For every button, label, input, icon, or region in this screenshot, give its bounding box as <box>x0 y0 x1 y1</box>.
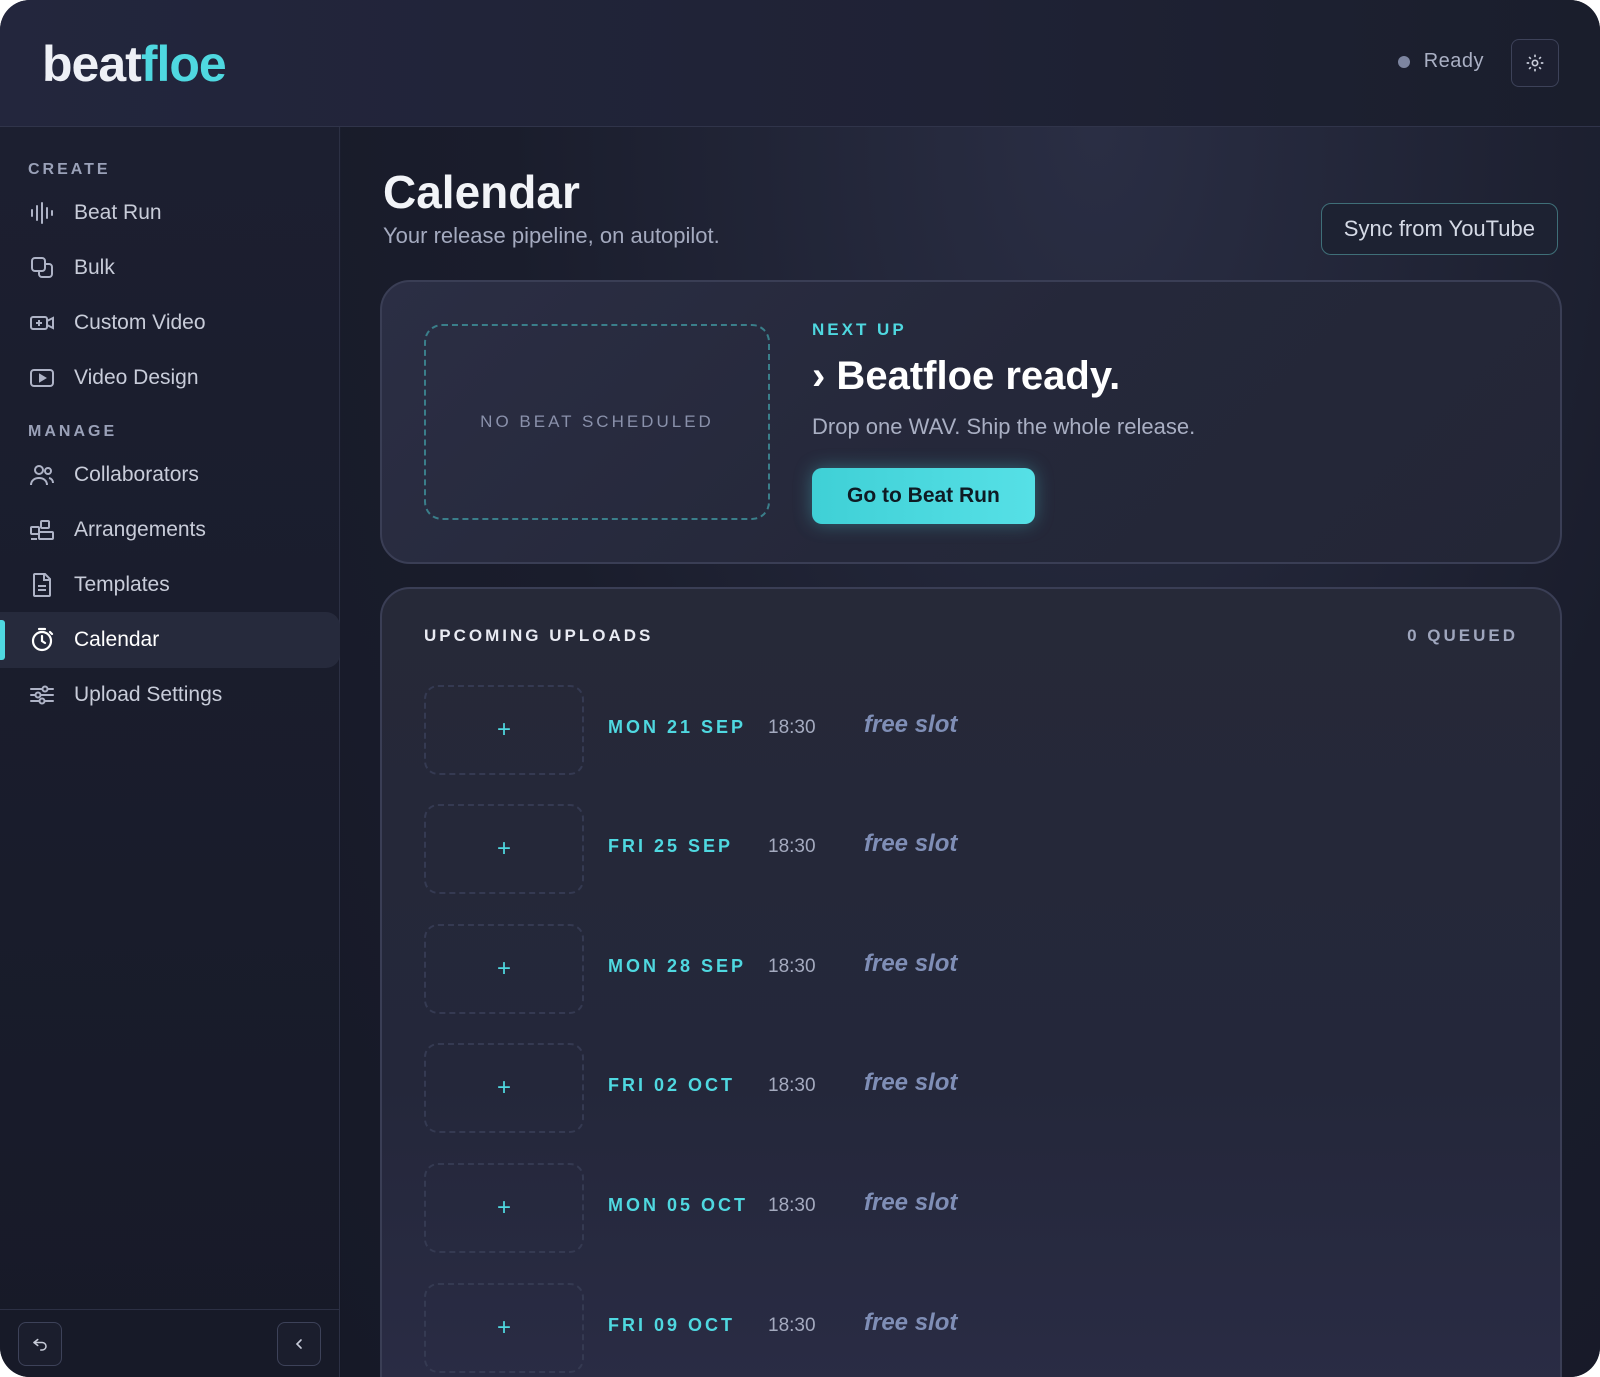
settings-button[interactable] <box>1511 39 1559 87</box>
list-item: + FRI 09 OCT 18:30 free slot <box>424 1283 1524 1373</box>
sidebar-item-label: Beat Run <box>74 201 162 224</box>
slot-date: MON 05 OCT <box>608 1195 749 1215</box>
go-to-beat-run-button[interactable]: Go to Beat Run <box>812 468 1035 524</box>
section-label-create: CREATE <box>28 161 111 178</box>
slot-time: 18:30 <box>768 956 816 977</box>
sidebar-item-calendar[interactable]: Calendar <box>0 612 340 668</box>
logo: beatfloe <box>42 34 227 94</box>
slot-status: free slot <box>864 1189 958 1216</box>
add-beat-slot-button[interactable]: + <box>424 685 584 775</box>
sidebar-item-video-design[interactable]: Video Design <box>0 350 340 406</box>
gear-icon <box>1526 54 1544 72</box>
sidebar-item-bulk[interactable]: Bulk <box>0 240 340 296</box>
sidebar-item-upload-settings[interactable]: Upload Settings <box>0 667 340 723</box>
sidebar-item-label: Custom Video <box>74 311 206 334</box>
sidebar-item-arrangements[interactable]: Arrangements <box>0 502 340 558</box>
collapse-sidebar-button[interactable] <box>277 1322 321 1366</box>
slot-date: FRI 25 SEP <box>608 836 734 856</box>
add-beat-slot-button[interactable]: + <box>424 1163 584 1253</box>
list-item: + MON 21 SEP 18:30 free slot <box>424 685 1524 775</box>
sidebar-item-label: Video Design <box>74 366 199 389</box>
queued-count: 0 QUEUED <box>1407 626 1518 645</box>
page-title: Calendar <box>383 166 580 218</box>
sidebar-item-label: Upload Settings <box>74 683 223 706</box>
document-icon <box>33 573 51 597</box>
sidebar-item-label: Collaborators <box>74 463 199 486</box>
add-beat-slot-button[interactable]: + <box>424 1283 584 1373</box>
beat-drop-zone[interactable]: NO BEAT SCHEDULED <box>424 324 770 520</box>
next-up-title: › Beatfloe ready. <box>812 354 1121 398</box>
app-window: beatfloe Ready CREATE Beat Run Bulk Cust… <box>0 0 1600 1377</box>
sidebar-footer <box>0 1309 340 1377</box>
list-item: + MON 05 OCT 18:30 free slot <box>424 1163 1524 1253</box>
chevron-left-icon <box>295 1339 302 1349</box>
sidebar-item-templates[interactable]: Templates <box>0 557 340 613</box>
sidebar-item-label: Calendar <box>74 628 160 651</box>
next-up-card: NO BEAT SCHEDULED NEXT UP › Beatfloe rea… <box>380 280 1562 564</box>
section-label-manage: MANAGE <box>28 423 118 440</box>
slot-date: FRI 02 OCT <box>608 1075 736 1095</box>
slot-status: free slot <box>864 1309 958 1336</box>
slot-time: 18:30 <box>768 1315 816 1336</box>
users-icon <box>30 465 54 486</box>
sidebar-item-collaborators[interactable]: Collaborators <box>0 447 340 503</box>
slot-time: 18:30 <box>768 1075 816 1096</box>
next-up-label: NEXT UP <box>812 320 907 339</box>
return-arrow-icon <box>33 1338 47 1351</box>
slot-status: free slot <box>864 711 958 738</box>
slot-status: free slot <box>864 830 958 857</box>
blocks-icon <box>30 520 54 540</box>
slot-time: 18:30 <box>768 1195 816 1216</box>
slot-date: FRI 09 OCT <box>608 1315 736 1335</box>
slot-date: MON 28 SEP <box>608 956 747 976</box>
slot-time: 18:30 <box>768 836 816 857</box>
sidebar-item-custom-video[interactable]: Custom Video <box>0 295 340 351</box>
upcoming-uploads-card: UPCOMING UPLOADS 0 QUEUED + MON 21 SEP 1… <box>380 587 1562 1377</box>
slot-status: free slot <box>864 1069 958 1096</box>
status-text: Ready <box>1423 50 1484 72</box>
sidebar-item-label: Bulk <box>74 256 115 279</box>
status-indicator: Ready <box>1397 50 1484 73</box>
list-item: + MON 28 SEP 18:30 free slot <box>424 924 1524 1014</box>
back-button[interactable] <box>18 1322 62 1366</box>
list-item: + FRI 25 SEP 18:30 free slot <box>424 804 1524 894</box>
next-up-subtitle: Drop one WAV. Ship the whole release. <box>812 414 1196 439</box>
main-content: Calendar Your release pipeline, on autop… <box>341 127 1600 1377</box>
video-plus-icon <box>30 316 54 330</box>
sliders-icon <box>30 685 54 705</box>
list-item: + FRI 02 OCT 18:30 free slot <box>424 1043 1524 1133</box>
sidebar-item-beat-run[interactable]: Beat Run <box>0 185 340 241</box>
add-beat-slot-button[interactable]: + <box>424 804 584 894</box>
upcoming-uploads-title: UPCOMING UPLOADS <box>424 626 654 645</box>
play-screen-icon <box>30 369 54 387</box>
timer-icon <box>31 627 54 652</box>
slot-status: free slot <box>864 950 958 977</box>
layers-icon <box>31 257 53 278</box>
add-beat-slot-button[interactable]: + <box>424 1043 584 1133</box>
sidebar-item-label: Arrangements <box>74 518 206 541</box>
add-beat-slot-button[interactable]: + <box>424 924 584 1014</box>
top-bar: beatfloe Ready <box>0 0 1600 127</box>
logo-text-floe: floe <box>140 36 227 92</box>
slot-date: MON 21 SEP <box>608 717 747 737</box>
slot-time: 18:30 <box>768 717 816 738</box>
status-dot-icon <box>1397 55 1410 68</box>
sidebar: CREATE Beat Run Bulk Custom Video Video … <box>0 127 340 1377</box>
page-subtitle: Your release pipeline, on autopilot. <box>383 223 720 248</box>
sidebar-item-label: Templates <box>74 573 170 596</box>
sync-youtube-button[interactable]: Sync from YouTube <box>1320 203 1558 255</box>
waveform-icon <box>31 202 53 224</box>
logo-text-beat: beat <box>42 36 142 92</box>
